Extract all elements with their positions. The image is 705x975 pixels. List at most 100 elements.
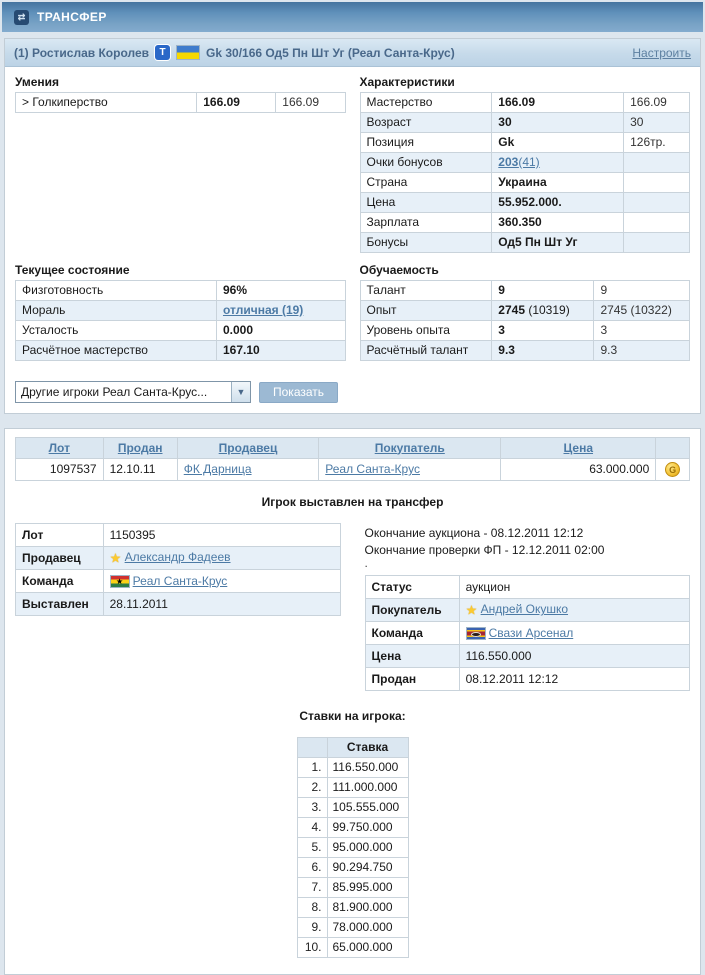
history-seller: ФК Дарница	[177, 459, 319, 481]
sort-seller-link[interactable]: Продавец	[219, 441, 278, 455]
chevron-down-icon[interactable]: ▼	[231, 382, 250, 402]
table-row: Бонусы Од5 Пн Шт Уг	[360, 233, 690, 253]
bid-amount: 116.550.000	[327, 758, 408, 778]
seller-team-link[interactable]: Реал Санта-Крус	[133, 574, 228, 588]
status-label: Команда	[365, 622, 459, 645]
bid-amount: 90.294.750	[327, 858, 408, 878]
lot-seller-cell: ★ Александр Фадеев	[103, 547, 340, 570]
fp-check-end-line: Окончание проверки ФП - 12.12.2011 02:00	[365, 542, 691, 559]
table-row: Уровень опыта 3 3	[360, 321, 690, 341]
table-row: Покупатель ★ Андрей Окушко	[365, 599, 690, 622]
bid-amount: 78.000.000	[327, 918, 408, 938]
sort-buyer-link[interactable]: Покупатель	[375, 441, 445, 455]
lot-details-section: Лот 1150395 Продавец ★ Александр Фадеев …	[15, 523, 341, 616]
table-row: Статус аукцион	[365, 576, 690, 599]
seller-manager-link[interactable]: Александр Фадеев	[125, 550, 231, 564]
table-row: Продавец ★ Александр Фадеев	[16, 547, 341, 570]
table-row: Страна Украина	[360, 173, 690, 193]
char-value-bonus-points: 203(41)	[492, 153, 624, 173]
star-icon: ★	[466, 603, 478, 618]
table-row: Команда ★Реал Санта-Крус	[16, 570, 341, 593]
bid-rank: 6.	[297, 858, 327, 878]
gold-coin-icon: G	[665, 462, 680, 477]
state-value: 0.000	[216, 321, 345, 341]
char-extra: 166.09	[624, 93, 690, 113]
state-value: 167.10	[216, 341, 345, 361]
buyer-manager-link[interactable]: Андрей Окушко	[481, 602, 568, 616]
train-label: Расчётный талант	[360, 341, 492, 361]
table-row: 10.65.000.000	[297, 938, 408, 958]
status-label: Статус	[365, 576, 459, 599]
char-extra	[624, 173, 690, 193]
bonus-points-link[interactable]: 203	[498, 155, 518, 169]
sort-price-link[interactable]: Цена	[564, 441, 594, 455]
table-row: > Голкиперство 166.09 166.09	[16, 93, 346, 113]
char-value: 166.09	[492, 93, 624, 113]
settings-link[interactable]: Настроить	[632, 46, 691, 60]
lot-label: Команда	[16, 570, 104, 593]
bids-title: Ставки на игрока:	[15, 709, 690, 723]
trainability-table: Талант 9 9 Опыт 2745 (10319) 2745 (10322…	[360, 280, 691, 361]
buyer-club-link[interactable]: Реал Санта-Крус	[325, 462, 420, 476]
table-row: Позиция Gk 126тр.	[360, 133, 690, 153]
characteristics-section: Характеристики Мастерство 166.09 166.09 …	[360, 75, 691, 253]
morale-link[interactable]: отличная (19)	[223, 303, 303, 317]
header-price: Цена	[501, 438, 656, 459]
state-value: 96%	[216, 281, 345, 301]
bonus-points-extra-link[interactable]: (41)	[518, 155, 539, 169]
other-players-select[interactable]: Другие игроки Реал Санта-Крус... ▼	[15, 381, 251, 403]
bid-rank: 9.	[297, 918, 327, 938]
lot-label: Продавец	[16, 547, 104, 570]
char-value: 360.350	[492, 213, 624, 233]
player-panel-body: Умения > Голкиперство 166.09 166.09 Хара…	[5, 67, 700, 413]
sort-sold-link[interactable]: Продан	[118, 441, 163, 455]
char-label: Позиция	[360, 133, 492, 153]
seller-club-link[interactable]: ФК Дарница	[184, 462, 252, 476]
train-value: 9	[492, 281, 594, 301]
table-row: 7.85.995.000	[297, 878, 408, 898]
current-state-title: Текущее состояние	[15, 263, 346, 277]
current-state-section: Текущее состояние Физготовность 96% Мора…	[15, 263, 346, 361]
char-extra	[624, 233, 690, 253]
other-players-toolbar: Другие игроки Реал Санта-Крус... ▼ Показ…	[15, 381, 690, 403]
history-lot: 1097537	[16, 459, 104, 481]
table-row: 2.111.000.000	[297, 778, 408, 798]
bid-rank: 2.	[297, 778, 327, 798]
train-extra: 3	[594, 321, 690, 341]
skill-value: 166.09	[197, 93, 276, 113]
buyer-team-link[interactable]: Свази Арсенал	[489, 626, 574, 640]
table-row: Команда Свази Арсенал	[365, 622, 690, 645]
transfer-panel: Лот Продан Продавец Покупатель Цена 1097…	[4, 428, 701, 975]
bid-rank: 7.	[297, 878, 327, 898]
buyer-team-cell: Свази Арсенал	[459, 622, 689, 645]
show-button[interactable]: Показать	[259, 382, 338, 403]
bid-rank: 1.	[297, 758, 327, 778]
state-value-morale: отличная (19)	[216, 301, 345, 321]
bid-amount: 99.750.000	[327, 818, 408, 838]
state-label: Расчётное мастерство	[16, 341, 217, 361]
sort-lot-link[interactable]: Лот	[49, 441, 70, 455]
char-value: Украина	[492, 173, 624, 193]
train-label: Уровень опыта	[360, 321, 492, 341]
bid-amount: 65.000.000	[327, 938, 408, 958]
bid-amount: 85.995.000	[327, 878, 408, 898]
buyer-cell: ★ Андрей Окушко	[459, 599, 689, 622]
table-row: 1097537 12.10.11 ФК Дарница Реал Санта-К…	[16, 459, 690, 481]
current-state-table: Физготовность 96% Мораль отличная (19) У…	[15, 280, 346, 361]
table-row: Цена 55.952.000.	[360, 193, 690, 213]
player-summary: Gk 30/166 Од5 Пн Шт Уг (Реал Санта-Крус)	[206, 46, 455, 60]
char-extra: 30	[624, 113, 690, 133]
table-row: Лот 1150395	[16, 524, 341, 547]
auction-end-line: Окончание аукциона - 08.12.2011 12:12	[365, 525, 691, 542]
status-label: Продан	[365, 668, 459, 691]
table-row: Физготовность 96%	[16, 281, 346, 301]
status-label: Цена	[365, 645, 459, 668]
characteristics-title: Характеристики	[360, 75, 691, 89]
char-value: Gk	[492, 133, 624, 153]
lot-team-cell: ★Реал Санта-Крус	[103, 570, 340, 593]
char-value: 30	[492, 113, 624, 133]
header-buyer: Покупатель	[319, 438, 501, 459]
transfer-badge-icon: T	[155, 45, 170, 60]
history-sold-date: 12.10.11	[103, 459, 177, 481]
state-label: Мораль	[16, 301, 217, 321]
